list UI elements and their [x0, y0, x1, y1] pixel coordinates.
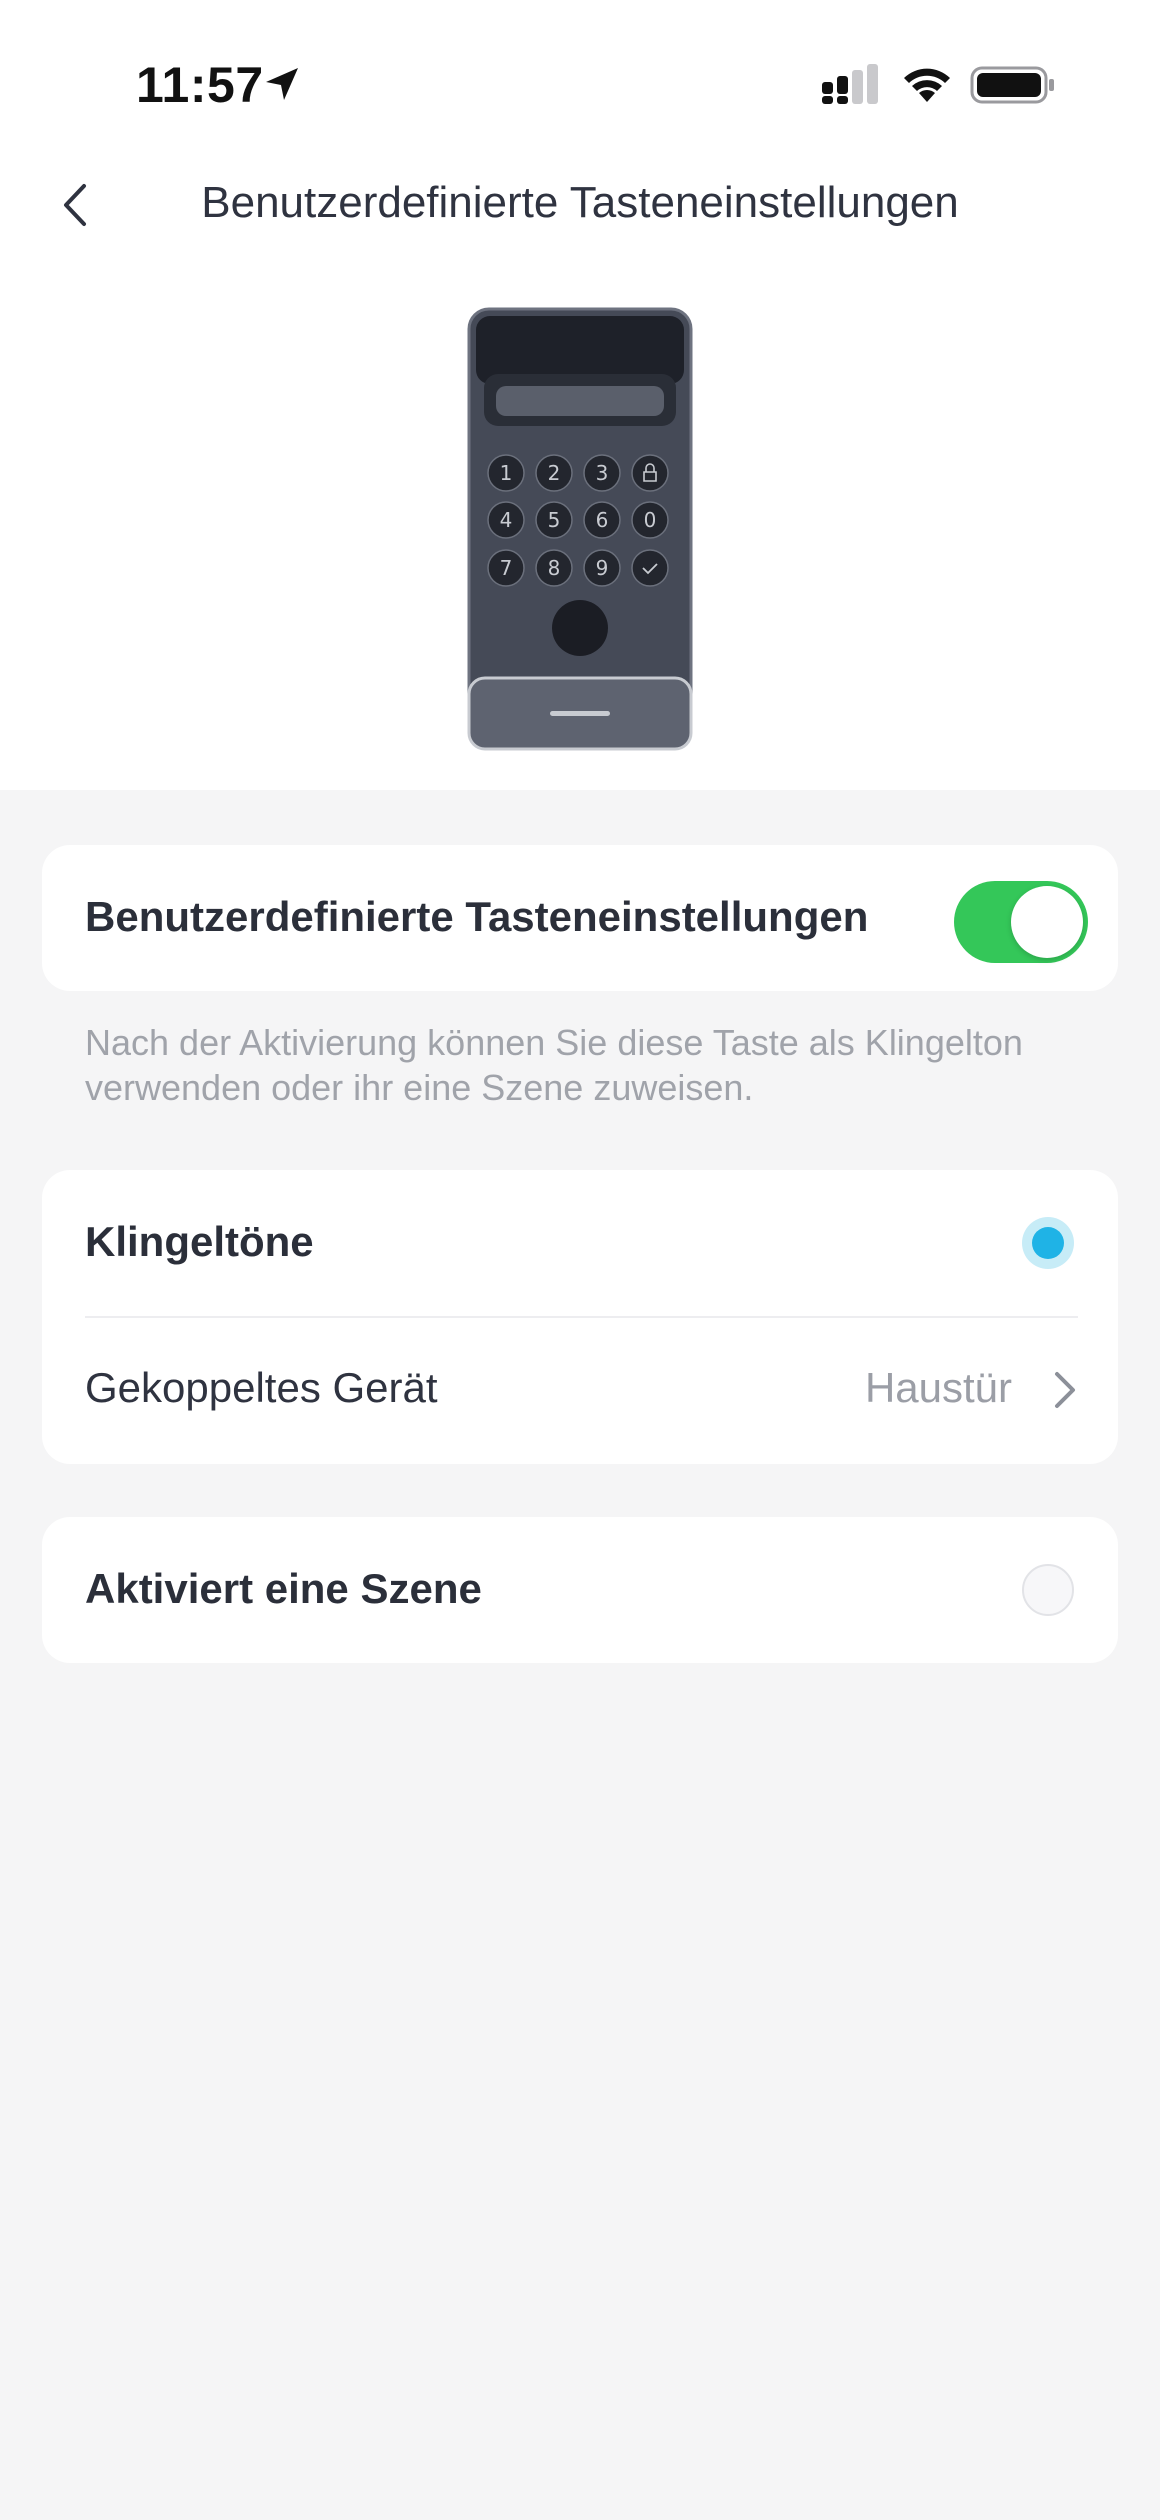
helper-text: Nach der Aktivierung können Sie diese Ta…: [85, 1022, 1023, 1108]
custom-key-settings-label: Benutzerdefinierte Tasteneinstellungen: [85, 893, 869, 940]
page-title: Benutzerdefinierte Tasteneinstellungen: [201, 178, 959, 227]
chevron-right-icon[interactable]: [1050, 1368, 1080, 1412]
wifi-icon: [904, 68, 950, 102]
keypad-device-image: 1 2 3 4 5 6 0 7 8 9: [467, 307, 693, 751]
status-time: 11:57: [136, 57, 264, 113]
toggle-knob: [1011, 886, 1083, 958]
keypad-key-label: 5: [548, 508, 561, 532]
location-arrow-icon: [266, 68, 298, 100]
scene-label: Aktiviert eine Szene: [85, 1565, 482, 1612]
paired-device-label: Gekoppeltes Gerät: [85, 1364, 438, 1411]
keypad-key-label: 6: [596, 508, 609, 532]
scene-radio[interactable]: [1022, 1564, 1074, 1616]
keypad-key-label: 1: [500, 461, 513, 485]
paired-device-value[interactable]: Haustür: [865, 1364, 1012, 1412]
ringtone-options-card: Klingeltöne Gekoppeltes Gerät Haustür: [42, 1170, 1118, 1464]
custom-key-settings-toggle[interactable]: [954, 881, 1088, 963]
battery-icon: [970, 66, 1054, 104]
ringtones-label: Klingeltöne: [85, 1218, 314, 1265]
custom-key-settings-card: Benutzerdefinierte Tasteneinstellungen: [42, 845, 1118, 991]
radio-dot: [1032, 1227, 1064, 1259]
scene-option-card: Aktiviert eine Szene: [42, 1517, 1118, 1663]
keypad-key: [631, 454, 669, 492]
keypad-key-label: 4: [500, 508, 513, 532]
keypad-key-label: 7: [500, 556, 513, 580]
keypad-key-label: 0: [644, 508, 657, 532]
ringtones-radio[interactable]: [1022, 1217, 1074, 1269]
keypad-key-label: 2: [548, 461, 561, 485]
divider: [85, 1316, 1078, 1318]
cellular-signal-icon: [822, 64, 878, 104]
keypad-key-label: 3: [596, 461, 609, 485]
keypad-key: [631, 549, 669, 587]
keypad-key-label: 8: [548, 556, 561, 580]
keypad-key-label: 9: [596, 556, 609, 580]
